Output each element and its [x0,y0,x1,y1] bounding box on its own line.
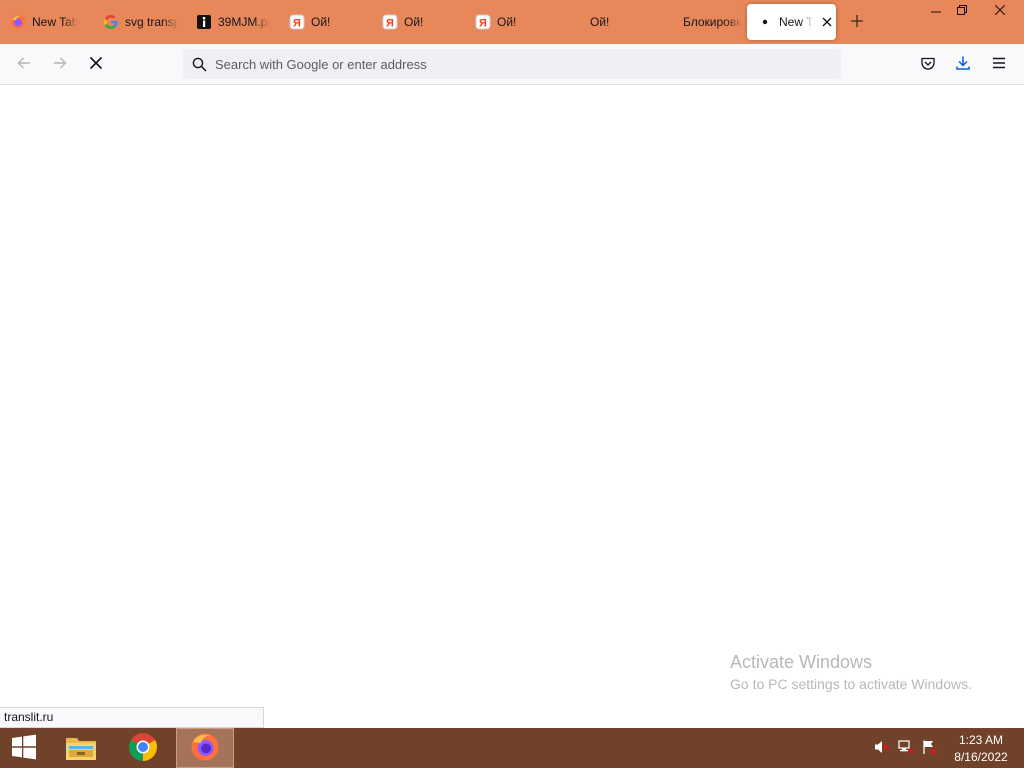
file-explorer-icon [65,733,97,764]
tab-title: Ой! [590,15,610,29]
start-button[interactable] [0,728,48,768]
search-icon [191,56,207,72]
windows-start-icon [11,734,37,763]
tab-title: Блокировка [683,15,743,29]
pocket-icon [920,55,936,74]
taskbar-clock[interactable]: 1:23 AM 8/16/2022 [948,732,1014,766]
tab-title: Ой! [311,15,331,29]
tab-title: New Tab [779,15,813,29]
network-button[interactable] [896,736,916,760]
tab-title: New Tab [32,15,79,29]
loading-dot-icon [757,14,773,30]
network-icon [898,739,914,758]
new-tab-button[interactable] [845,10,869,34]
tab-oy-2[interactable]: Я Ой! [372,4,458,40]
watermark-subtitle: Go to PC settings to activate Windows. [730,676,972,692]
tab-blokirovka[interactable]: Блокировка [651,4,743,40]
firefox-icon [190,732,220,765]
navigation-toolbar [0,44,1024,85]
yandex-icon: Я [475,14,491,30]
stop-x-icon [89,56,103,73]
speaker-muted-icon [874,739,890,758]
plus-icon [850,14,864,31]
taskbar-firefox[interactable] [176,728,234,768]
tab-oy-3[interactable]: Я Ой! [465,4,551,40]
activate-windows-watermark: Activate Windows Go to PC settings to ac… [730,651,972,694]
back-button[interactable] [9,50,39,78]
clock-date: 8/16/2022 [954,750,1008,764]
hamburger-menu-icon [992,57,1006,72]
clock-time: 1:23 AM [958,733,1004,747]
forward-arrow-icon [52,55,68,74]
downloads-button[interactable] [948,50,978,78]
tab-oy-4[interactable]: Ой! [558,4,644,40]
tab-title: Ой! [404,15,424,29]
forward-button[interactable] [45,50,75,78]
tab-new-tab-1[interactable]: New Tab [0,4,90,40]
close-window-button[interactable] [984,0,1016,22]
close-tab-icon[interactable] [819,14,835,30]
flag-alert-icon [922,739,938,758]
tab-strip: New Tab svg transparent 39MJM.png Я Ой! … [0,0,1024,44]
svg-text:Я: Я [293,17,301,29]
svg-text:Я: Я [479,17,487,29]
tab-title: svg transparent [125,15,179,29]
download-icon [955,55,971,74]
tab-title: 39MJM.png [218,15,270,29]
restore-button[interactable] [946,0,978,22]
watermark-title: Activate Windows [730,652,873,672]
stop-loading-button[interactable] [81,50,111,78]
svg-text:Я: Я [386,17,394,29]
volume-muted-button[interactable] [872,736,892,760]
taskbar-file-explorer[interactable] [58,728,104,768]
taskbar-chrome[interactable] [120,728,166,768]
firefox-icon [10,14,26,30]
back-arrow-icon [16,55,32,74]
tab-39mjm[interactable]: 39MJM.png [186,4,270,40]
tab-svg-transparent[interactable]: svg transparent [93,4,179,40]
address-bar[interactable] [183,49,841,79]
blank-favicon-icon [661,14,677,30]
url-input[interactable] [215,51,841,77]
blank-favicon-icon [568,14,584,30]
app-menu-button[interactable] [984,50,1014,78]
google-icon [103,14,119,30]
info-favicon-icon [196,14,212,30]
tab-title: Ой! [497,15,517,29]
page-content [0,86,1024,728]
yandex-icon: Я [289,14,305,30]
action-center-button[interactable] [920,736,940,760]
restore-icon [957,4,967,18]
close-icon [994,4,1006,18]
tab-oy-1[interactable]: Я Ой! [279,4,365,40]
tab-new-tab-active[interactable]: New Tab [747,4,836,40]
minimize-icon [931,4,941,18]
yandex-icon: Я [382,14,398,30]
chrome-icon [128,732,158,765]
pocket-button[interactable] [913,50,943,78]
status-panel: translit.ru [0,707,264,728]
windows-taskbar [0,728,1024,768]
